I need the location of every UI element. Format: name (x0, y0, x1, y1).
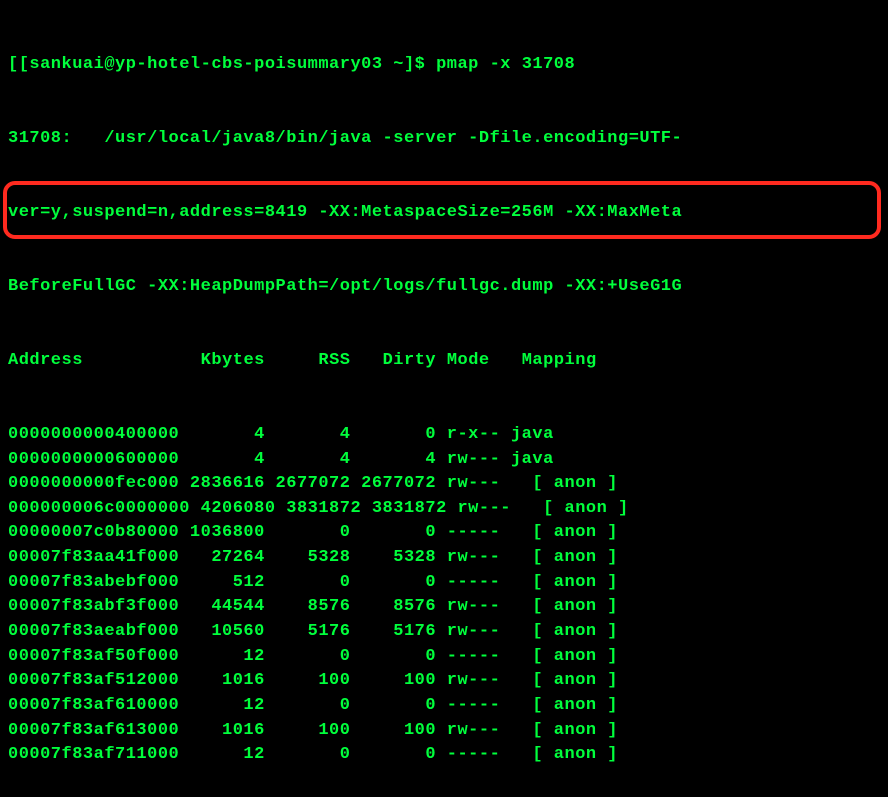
shell-prompt: [[sankuai@yp-hotel-cbs-poisummary03 ~]$ (8, 55, 436, 74)
table-row: 0000000000600000 4 4 4 rw--- java (8, 448, 880, 473)
col-address: Address (8, 351, 83, 370)
col-spacer (350, 351, 382, 370)
col-rss: RSS (318, 351, 350, 370)
table-row: 00007f83abf3f000 44544 8576 8576 rw--- [… (8, 595, 880, 620)
col-spacer (436, 351, 447, 370)
process-info-line-1: 31708: /usr/local/java8/bin/java -server… (8, 127, 880, 152)
table-row: 000000006c0000000 4206080 3831872 383187… (8, 497, 880, 522)
table-row: 0000000000fec000 2836616 2677072 2677072… (8, 472, 880, 497)
table-row: 0000000000400000 4 4 0 r-x-- java (8, 423, 880, 448)
col-spacer (83, 351, 201, 370)
process-info-line-3: BeforeFullGC -XX:HeapDumpPath=/opt/logs/… (8, 275, 880, 300)
col-spacer (265, 351, 319, 370)
table-row: 00007f83aeabf000 10560 5176 5176 rw--- [… (8, 620, 880, 645)
table-header: Address Kbytes RSS Dirty Mode Mapping (8, 349, 880, 374)
col-dirty: Dirty (383, 351, 437, 370)
table-row: 00007f83af512000 1016 100 100 rw--- [ an… (8, 669, 880, 694)
table-row: 00000007c0b80000 1036800 0 0 ----- [ ano… (8, 521, 880, 546)
shell-prompt-line: [[sankuai@yp-hotel-cbs-poisummary03 ~]$ … (8, 53, 880, 78)
terminal-output: [[sankuai@yp-hotel-cbs-poisummary03 ~]$ … (0, 0, 888, 797)
col-kbytes: Kbytes (201, 351, 265, 370)
command-text: pmap -x 31708 (436, 55, 575, 74)
col-mapping: Mapping (522, 351, 597, 370)
table-row: 00007f83af613000 1016 100 100 rw--- [ an… (8, 719, 880, 744)
table-body: 0000000000400000 4 4 0 r-x-- java0000000… (8, 423, 880, 768)
table-row: 00007f83abebf000 512 0 0 ----- [ anon ] (8, 571, 880, 596)
col-spacer (490, 351, 522, 370)
table-row: 00007f83aa41f000 27264 5328 5328 rw--- [… (8, 546, 880, 571)
table-row: 00007f83af711000 12 0 0 ----- [ anon ] (8, 743, 880, 768)
table-row: 00007f83af610000 12 0 0 ----- [ anon ] (8, 694, 880, 719)
col-mode: Mode (447, 351, 490, 370)
process-info-line-2: ver=y,suspend=n,address=8419 -XX:Metaspa… (8, 201, 880, 226)
table-row: 00007f83af50f000 12 0 0 ----- [ anon ] (8, 645, 880, 670)
